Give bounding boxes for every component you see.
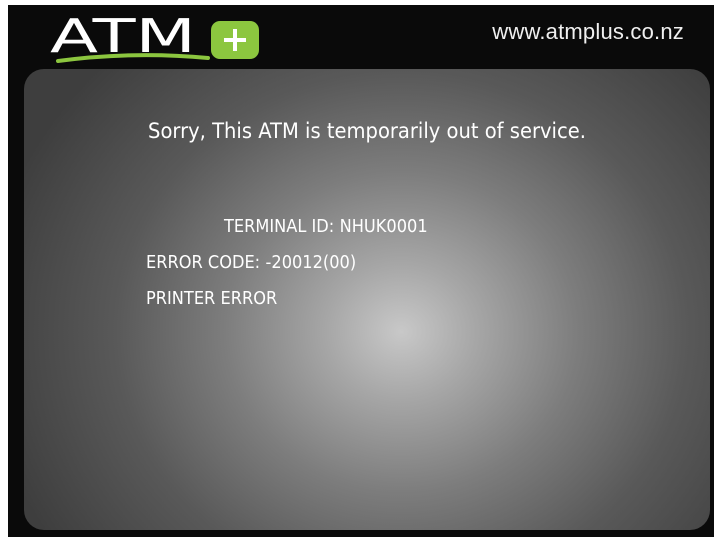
message-panel: Sorry, This ATM is temporarily out of se… <box>24 69 710 530</box>
atm-plus-logo: ATM + <box>48 9 298 67</box>
terminal-id-line: TERMINAL ID: NHUK0001 <box>224 216 428 237</box>
terminal-id-label: TERMINAL ID: <box>224 216 335 237</box>
atm-plus-logo-graphic: ATM <box>50 9 259 63</box>
error-code-value: -20012(00) <box>265 252 357 273</box>
error-code-label: ERROR CODE: <box>146 252 261 273</box>
atm-screen: ATM + www.atmplus.co.nz Sorry, This ATM … <box>8 5 714 537</box>
out-of-service-headline: Sorry, This ATM is temporarily out of se… <box>148 119 586 143</box>
website-url: www.atmplus.co.nz <box>492 19 684 44</box>
header-bar: ATM + www.atmplus.co.nz <box>8 5 714 67</box>
terminal-id-value: NHUK0001 <box>339 216 428 237</box>
error-description: PRINTER ERROR <box>146 288 278 309</box>
error-code-line: ERROR CODE: -20012(00) <box>146 252 356 273</box>
